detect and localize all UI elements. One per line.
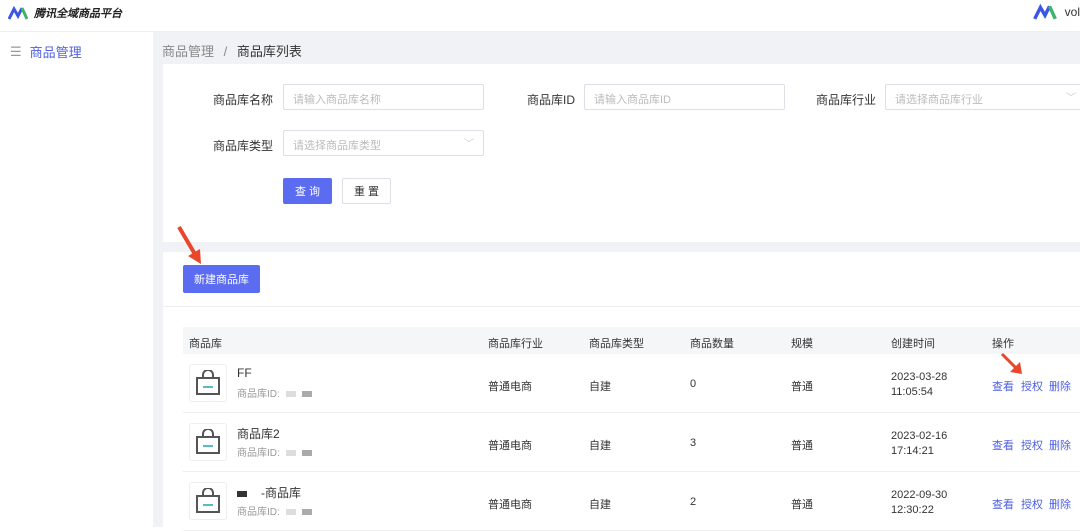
chevron-down-icon: ﹀ xyxy=(464,139,474,150)
library-id: 商品库ID: xyxy=(237,503,312,518)
library-name: FF xyxy=(237,366,252,380)
name-input[interactable]: 请输入商品库名称 xyxy=(283,84,484,110)
search-button[interactable]: 查 询 xyxy=(283,178,332,204)
breadcrumb-current: 商品库列表 xyxy=(236,44,302,59)
type-cell: 自建 xyxy=(589,499,611,511)
count-cell: 3 xyxy=(690,437,697,449)
scale-cell: 普通 xyxy=(791,381,813,393)
col-actions: 操作 xyxy=(992,338,1014,350)
col-scale: 规模 xyxy=(791,338,813,350)
type-label: 商品库类型 xyxy=(212,139,273,153)
annotation-arrow-icon xyxy=(1000,352,1022,374)
col-library: 商品库 xyxy=(189,338,222,350)
shopping-bag-icon xyxy=(189,423,227,461)
library-name: -商品库 xyxy=(237,484,301,501)
authorize-link[interactable]: 授权 xyxy=(1021,378,1043,394)
shopping-bag-icon xyxy=(189,482,227,520)
industry-select[interactable]: 请选择商品库行业 ﹀ xyxy=(885,84,1080,110)
logo-icon xyxy=(8,6,28,20)
logo[interactable]: 腾讯全域商品平台 xyxy=(8,5,122,21)
user-avatar-icon xyxy=(1032,4,1057,20)
view-link[interactable]: 查看 xyxy=(992,496,1014,512)
table-header: 商品库 商品库行业 商品库类型 商品数量 规模 创建时间 操作 xyxy=(183,327,1080,354)
sidebar-item-label: 商品管理 xyxy=(29,45,82,60)
user-name: vol xyxy=(1064,5,1080,19)
divider xyxy=(163,306,1080,307)
scale-cell: 普通 xyxy=(791,499,813,511)
created-time-cell: 2023-03-28 11:05:54 xyxy=(891,371,948,398)
list-panel: 新建商品库 商品库 商品库行业 商品库类型 商品数量 规模 创建时间 操作 FF… xyxy=(163,252,1080,532)
col-industry: 商品库行业 xyxy=(488,338,543,350)
list-icon: ☰ xyxy=(10,43,22,59)
industry-label: 商品库行业 xyxy=(815,93,876,107)
type-select[interactable]: 请选择商品库类型 ﹀ xyxy=(283,130,484,156)
col-created: 创建时间 xyxy=(891,338,935,350)
sidebar: ☰ 商品管理 xyxy=(0,32,153,527)
authorize-link[interactable]: 授权 xyxy=(1021,437,1043,453)
industry-cell: 普通电商 xyxy=(488,440,532,452)
count-cell: 2 xyxy=(690,496,697,508)
created-time-cell: 2022-09-30 12:30:22 xyxy=(891,489,948,516)
name-label: 商品库名称 xyxy=(212,93,273,107)
type-cell: 自建 xyxy=(589,381,611,393)
library-id: 商品库ID: xyxy=(237,444,312,459)
shopping-bag-icon xyxy=(189,364,227,402)
library-name: 商品库2 xyxy=(237,427,280,441)
industry-cell: 普通电商 xyxy=(488,381,532,393)
col-count: 商品数量 xyxy=(690,338,734,350)
type-cell: 自建 xyxy=(589,440,611,452)
breadcrumb-separator: / xyxy=(223,44,228,59)
view-link[interactable]: 查看 xyxy=(992,437,1014,453)
delete-link[interactable]: 删除 xyxy=(1049,496,1071,512)
view-link[interactable]: 查看 xyxy=(992,378,1014,394)
table-row: -商品库 商品库ID: 普通电商 自建 2 普通 2022-09-30 12:30… xyxy=(183,472,1080,531)
breadcrumb: 商品管理 / 商品库列表 xyxy=(162,41,302,60)
annotation-arrow-icon xyxy=(177,225,201,264)
table-row: 商品库2 商品库ID: 普通电商 自建 3 普通 2023-02-16 17:14… xyxy=(183,413,1080,472)
industry-placeholder: 请选择商品库行业 xyxy=(895,94,983,106)
col-type: 商品库类型 xyxy=(589,338,644,350)
main-content: 商品管理 / 商品库列表 商品库名称 请输入商品库名称 商品库ID 请输入商品库… xyxy=(153,32,1080,532)
delete-link[interactable]: 删除 xyxy=(1049,437,1071,453)
create-library-button[interactable]: 新建商品库 xyxy=(183,265,260,293)
breadcrumb-parent[interactable]: 商品管理 xyxy=(162,44,214,59)
table-row: FF 商品库ID: 普通电商 自建 0 普通 2023-03-28 11:05:5… xyxy=(183,354,1080,413)
sidebar-item-product-management[interactable]: ☰ 商品管理 xyxy=(10,42,82,61)
top-header: 腾讯全域商品平台 vol xyxy=(0,0,1080,32)
id-input[interactable]: 请输入商品库ID xyxy=(584,84,785,110)
app-title: 腾讯全域商品平台 xyxy=(34,8,122,20)
scale-cell: 普通 xyxy=(791,440,813,452)
created-time-cell: 2023-02-16 17:14:21 xyxy=(891,430,948,457)
authorize-link[interactable]: 授权 xyxy=(1021,496,1043,512)
count-cell: 0 xyxy=(690,378,697,390)
chevron-down-icon: ﹀ xyxy=(1066,93,1076,104)
type-placeholder: 请选择商品库类型 xyxy=(293,140,381,152)
filter-panel: 商品库名称 请输入商品库名称 商品库ID 请输入商品库ID 商品库行业 请选择商… xyxy=(163,64,1080,242)
user-menu[interactable]: vol xyxy=(1032,4,1080,20)
delete-link[interactable]: 删除 xyxy=(1049,378,1071,394)
library-id: 商品库ID: xyxy=(237,385,312,400)
id-label: 商品库ID xyxy=(526,93,575,107)
reset-button[interactable]: 重 置 xyxy=(342,178,391,204)
industry-cell: 普通电商 xyxy=(488,499,532,511)
